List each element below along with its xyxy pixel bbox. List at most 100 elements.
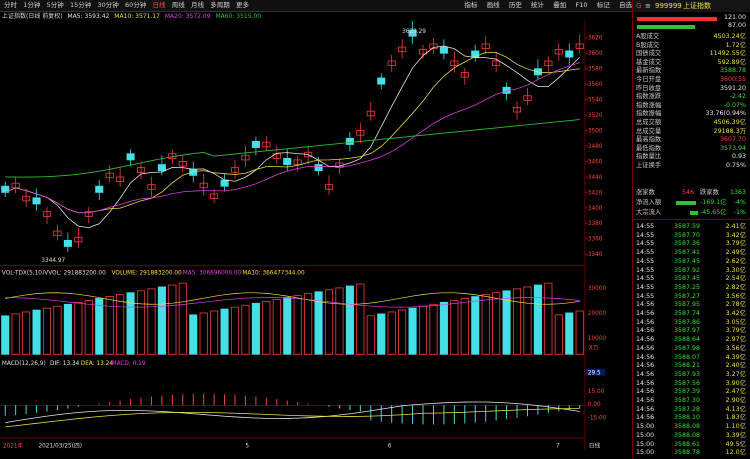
menu-indicator[interactable]: 指标 — [464, 1, 477, 9]
volume-legend-ma5: MA5: 306696000.00 — [183, 270, 242, 276]
volume-bar — [63, 303, 72, 355]
macd-legend-macd: MACD: 0.19 — [112, 361, 146, 367]
volume-legend-vvol: VVOL: 291883200.00 — [44, 270, 106, 276]
volume-bar — [241, 304, 250, 355]
volume-bar — [429, 303, 438, 355]
volume-bar — [189, 314, 198, 355]
stat-label: 今日开盘 — [636, 76, 662, 83]
price-axis-label: 3500 — [588, 128, 603, 134]
date-label-2: 5 — [245, 444, 249, 450]
candle-body — [439, 46, 448, 54]
updown-row: 涨家数 546 跌家数 1363 — [636, 189, 748, 197]
volume-bar — [492, 292, 501, 355]
volume-bars — [1, 282, 584, 355]
stat-label: 指数振幅 — [636, 110, 662, 118]
flag-icon: G — [636, 2, 642, 10]
volume-axis-label: 10000 — [588, 336, 607, 342]
down-label: 跌家数 — [700, 189, 719, 196]
stat-row: 指数振幅 33.76(0.94% — [636, 110, 748, 118]
volume-bar — [512, 288, 522, 355]
tab-period-8[interactable]: 月线 — [191, 0, 204, 11]
tab-period-2[interactable]: 5分钟 — [47, 0, 64, 11]
volume-bar — [210, 310, 219, 355]
menu-history[interactable]: 历史 — [509, 1, 522, 9]
volume-bar — [565, 312, 574, 355]
price-axis-label: 3380 — [588, 221, 603, 227]
price-axis-label: 3360 — [588, 237, 603, 243]
stat-label: 昨日收盘 — [636, 84, 662, 92]
tick-volume: 12.0亿 — [725, 449, 746, 457]
net-inflow-bar — [676, 201, 696, 205]
chart-grid — [0, 20, 586, 450]
kline-chart[interactable]: 3620 3600 3580 3560 3540 3520 3500 3480 3460 3440… — [0, 12, 608, 458]
date-label-4: 7 — [556, 444, 560, 450]
stat-row: 基金成交 592.89亿 — [636, 59, 748, 67]
volume-bar — [230, 306, 240, 355]
stat-row: 总成交额 4506.39亿 — [636, 119, 748, 127]
menu-overlay[interactable]: 疊加 — [553, 1, 566, 9]
stat-value: 4503.24亿 — [713, 33, 746, 40]
stat-row: 指数量比 0.93 — [636, 153, 748, 161]
tab-period-5[interactable]: 60分钟 — [125, 0, 146, 11]
volume-bar — [42, 307, 52, 355]
volume-bar — [53, 305, 62, 355]
period-label-bottom[interactable]: 日线 — [589, 442, 601, 450]
stat-value: 0.75% — [725, 162, 746, 169]
tab-period-6[interactable]: 日线 — [153, 0, 166, 11]
volume-bar — [377, 313, 386, 355]
candle-body — [157, 164, 166, 172]
tab-period-9[interactable]: 多周期 — [210, 0, 230, 11]
menu-icon[interactable]: ≡ — [645, 0, 651, 12]
volume-bar — [335, 287, 344, 355]
candle-body — [314, 164, 323, 172]
menu-draw[interactable]: 画线 — [487, 1, 500, 9]
volume-bar — [554, 314, 563, 355]
volume-bar — [1, 315, 10, 355]
stat-row: 最高指数 3607.70 — [636, 136, 748, 144]
candle-body — [377, 77, 386, 85]
candle-body — [63, 239, 72, 247]
volume-bar — [178, 282, 187, 355]
volume-bar — [471, 296, 480, 355]
tick-time: 15:00 — [636, 449, 655, 457]
price-axis-label: 3520 — [588, 113, 603, 119]
candle-body — [565, 50, 574, 58]
tab-period-0[interactable]: 分时 — [4, 0, 17, 11]
stat-value: 1.72亿 — [725, 41, 746, 49]
ma20-line — [5, 62, 580, 214]
menu-mark[interactable]: 标记 — [597, 1, 610, 9]
net-inflow-label: 净流入额 — [636, 199, 662, 206]
stat-row: 今日开盘 3600.55 — [636, 76, 748, 84]
tab-period-3[interactable]: 15分钟 — [70, 0, 91, 11]
menu-f10[interactable]: F10 — [576, 1, 588, 9]
date-label-3: 6 — [388, 444, 392, 450]
red-count-row: 121.00 — [636, 14, 748, 22]
tab-period-1[interactable]: 1分钟 — [23, 0, 40, 11]
stat-label: A股成交 — [636, 33, 660, 40]
price-axis-label: 3480 — [588, 144, 603, 150]
price-axis-label: 3420 — [588, 190, 603, 196]
menu-stats[interactable]: 统计 — [531, 1, 544, 9]
panel-divider — [633, 219, 750, 220]
tab-period-10[interactable]: 更多 — [236, 0, 249, 11]
volume-bar — [418, 305, 428, 355]
volume-legend-volume: VOLUME: 291883200.00 — [112, 270, 182, 276]
stat-row: 最新指数 3588.78 — [636, 67, 748, 75]
macd-panel — [0, 393, 585, 428]
volume-bar — [408, 307, 417, 355]
menu-watchlist[interactable]: 自选 — [619, 1, 632, 9]
tab-period-4[interactable]: 30分钟 — [98, 0, 119, 11]
volume-bar — [304, 293, 313, 355]
volume-bar — [251, 302, 260, 355]
candle-body — [283, 157, 292, 165]
stat-value: 3588.78 — [719, 67, 746, 75]
macd-legend-dif: DIF: 13.34 — [50, 361, 80, 367]
stat-row: 昨日收盘 3591.20 — [636, 85, 748, 93]
tab-period-7[interactable]: 周线 — [172, 0, 185, 11]
volume-bar — [533, 284, 542, 355]
volume-bar — [147, 288, 156, 355]
volume-unit-label: X万 — [589, 344, 599, 351]
volume-axis-label: 30000 — [588, 286, 607, 292]
stat-value: 33.76(0.94% — [705, 110, 747, 118]
stat-row: 上证换手 0.75% — [636, 162, 748, 170]
